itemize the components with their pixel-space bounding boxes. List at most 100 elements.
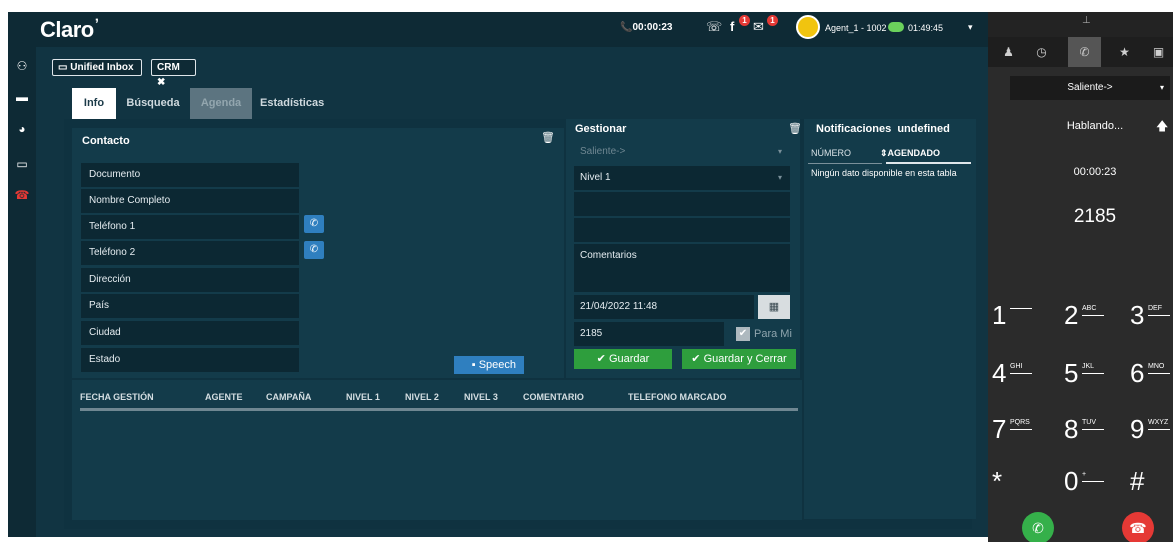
phone-icon[interactable]: ✆ (1068, 37, 1101, 67)
field-telefono-1[interactable]: Teléfono 1 (81, 215, 299, 239)
field-pais[interactable]: País (81, 294, 299, 318)
para-mi-checkbox[interactable]: ✔ (736, 327, 750, 341)
tab-busqueda[interactable]: Búsqueda (118, 88, 188, 119)
claro-logo: Claroʼ (40, 16, 99, 42)
col-campana[interactable]: CAMPAÑA (266, 392, 311, 402)
nivel-3-select[interactable] (574, 218, 790, 242)
dialer-number: 2185 (1073, 206, 1117, 227)
contacts-icon[interactable]: ▣ (1142, 37, 1173, 67)
guardar-button[interactable]: ✔ Guardar (574, 349, 672, 369)
call-telefono-1-button[interactable]: ✆ (304, 215, 324, 233)
agent-avatar[interactable] (796, 15, 820, 39)
col-nivel-1[interactable]: NIVEL 1 (346, 392, 380, 402)
star-icon[interactable]: ★ (1108, 37, 1141, 67)
dialer-status: Hablando... (1066, 120, 1124, 132)
session-time: 01:49:45 (908, 23, 944, 33)
cloud-status-icon (888, 22, 904, 32)
tab-estadisticas[interactable]: Estadísticas (252, 88, 332, 119)
guardar-cerrar-button[interactable]: ✔ Guardar y Cerrar (682, 349, 796, 369)
col-nivel-2[interactable]: NIVEL 2 (405, 392, 439, 402)
pie-chart-icon[interactable]: ◕ (13, 122, 31, 136)
table-header-divider (80, 408, 798, 411)
comentarios-textarea[interactable]: Comentarios (574, 244, 790, 292)
chevron-down-icon[interactable]: ▾ (968, 22, 973, 33)
notifications-title: Notificaciones undefined (816, 123, 950, 135)
gamepad-icon[interactable]: ⚇ (13, 59, 31, 73)
dial-key-star[interactable]: * (992, 468, 1002, 494)
pin-icon[interactable]: ⊥ (1082, 15, 1091, 26)
dial-key-hash[interactable]: # (1130, 468, 1144, 494)
col-nivel-3[interactable]: NIVEL 3 (464, 392, 498, 402)
dial-key-letters: GHI (1010, 363, 1032, 374)
nivel-select[interactable]: Nivel 1 ▾ (574, 166, 790, 190)
app-root: Claroʼ ⚇ ▬ ◕ ▭ ☎ 📞00:00:23 ☏ f 1 ✉ 1 Age… (0, 0, 1173, 542)
dial-key-5[interactable]: 5 (1064, 360, 1078, 386)
monitor-icon[interactable]: ▭ (13, 157, 31, 171)
tab-agenda[interactable]: Agenda (190, 88, 252, 119)
divider (886, 162, 971, 164)
phone-input[interactable]: 2185 (574, 322, 724, 346)
trash-icon[interactable]: 🗑 (541, 131, 555, 144)
dial-key-8[interactable]: 8 (1064, 416, 1078, 442)
facebook-icon[interactable]: f (730, 19, 734, 34)
nivel-2-select[interactable] (574, 192, 790, 216)
field-direccion[interactable]: Dirección (81, 268, 299, 292)
para-mi-label: Para Mi (754, 328, 792, 340)
hangup-icon[interactable]: ☎ (13, 188, 31, 202)
col-agendado[interactable]: ⇕AGENDADO (880, 148, 940, 159)
call-button[interactable]: ✆ (1022, 512, 1054, 542)
col-fecha[interactable]: FECHA GESTIÓN (80, 392, 154, 402)
dial-key-3[interactable]: 3 (1130, 302, 1144, 328)
dial-key-0[interactable]: 0 (1064, 468, 1078, 494)
dial-key-letters: TUV (1082, 419, 1104, 430)
contact-title: Contacto (82, 135, 130, 147)
sort-icon: ⇕ (880, 148, 888, 158)
dial-key-7[interactable]: 7 (992, 416, 1006, 442)
col-comentario[interactable]: COMENTARIO (523, 392, 584, 402)
notifications-empty: Ningún dato disponible en esta tabla (811, 168, 957, 178)
direction-select[interactable]: Saliente-> ▾ (574, 140, 790, 164)
mail-icon[interactable]: ✉ (753, 19, 764, 35)
keyboard-icon[interactable]: ▬ (13, 90, 31, 104)
field-estado[interactable]: Estado (81, 348, 299, 372)
dial-key-1[interactable]: 1 (992, 302, 1006, 328)
calendar-icon[interactable]: ▦ (758, 295, 790, 319)
col-agente[interactable]: AGENTE (205, 392, 243, 402)
dial-key-letters: ABC (1082, 305, 1104, 316)
agent-name: Agent_1 - 1002 (825, 23, 887, 33)
dialer-top: ⊥ (988, 12, 1173, 37)
call-telefono-2-button[interactable]: ✆ (304, 241, 324, 259)
field-telefono-2[interactable]: Teléfono 2 (81, 241, 299, 265)
dial-key-2[interactable]: 2 (1064, 302, 1078, 328)
call-timer: 📞00:00:23 (620, 22, 673, 33)
col-telefono[interactable]: TELEFONO MARCADO (628, 392, 727, 402)
unified-inbox-tab[interactable]: ▭ Unified Inbox (52, 59, 142, 76)
hangup-button[interactable]: ☎ (1122, 512, 1154, 542)
arrow-up-icon[interactable]: 🡅 (1156, 117, 1168, 138)
chevron-down-icon: ▾ (1159, 83, 1164, 92)
field-documento[interactable]: Documento (81, 163, 299, 187)
dial-key-9[interactable]: 9 (1130, 416, 1144, 442)
speech-button[interactable]: ▪ Speech (454, 356, 524, 374)
dial-key-6[interactable]: 6 (1130, 360, 1144, 386)
dial-key-letters: JKL (1082, 363, 1104, 374)
col-numero[interactable]: NÚMERO (811, 148, 851, 158)
dial-key-4[interactable]: 4 (992, 360, 1006, 386)
dialer-direction-select[interactable]: Saliente-> ▾ (1010, 76, 1170, 100)
history-icon[interactable]: ◷ (1025, 37, 1058, 67)
chevron-down-icon: ▾ (777, 147, 782, 156)
crm-tab[interactable]: CRM ✖ (151, 59, 196, 88)
dial-key-letters (1010, 305, 1032, 309)
user-icon[interactable]: ♟ (992, 37, 1025, 67)
field-nombre[interactable]: Nombre Completo (81, 189, 299, 213)
field-ciudad[interactable]: Ciudad (81, 321, 299, 345)
phone-icon[interactable]: ☏ (706, 19, 722, 35)
chevron-down-icon: ▾ (777, 173, 782, 182)
dial-key-letters: PQRS (1010, 419, 1032, 430)
notifications-panel (804, 119, 976, 519)
facebook-badge: 1 (739, 15, 750, 26)
trash-icon[interactable]: 🗑 (788, 122, 802, 135)
left-sidebar (8, 47, 36, 537)
tab-info[interactable]: Info (72, 88, 116, 119)
datetime-input[interactable]: 21/04/2022 11:48 (574, 295, 754, 319)
